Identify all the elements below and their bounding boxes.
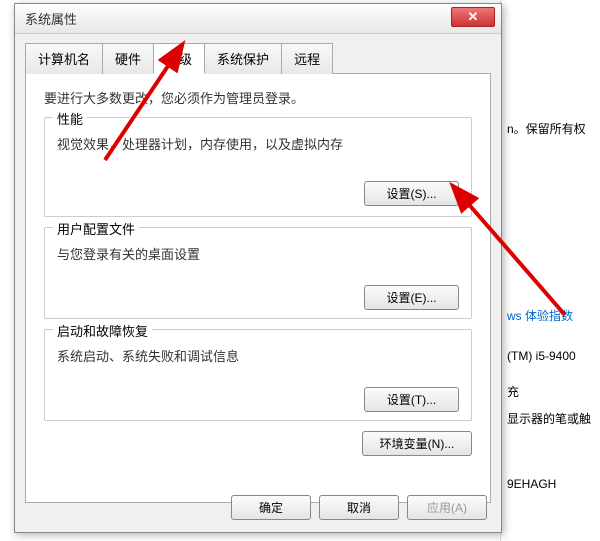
user-profiles-desc: 与您登录有关的桌面设置: [57, 244, 459, 263]
close-button[interactable]: ✕: [451, 7, 495, 27]
startup-desc: 系统启动、系统失败和调试信息: [57, 346, 459, 365]
startup-recovery-group: 启动和故障恢复 系统启动、系统失败和调试信息 设置(T)...: [44, 329, 472, 421]
environment-variables-button[interactable]: 环境变量(N)...: [362, 431, 472, 456]
performance-title: 性能: [53, 109, 87, 128]
env-vars-row: 环境变量(N)...: [44, 431, 472, 456]
dialog-footer: 确定 取消 应用(A): [231, 495, 487, 520]
startup-settings-button[interactable]: 设置(T)...: [364, 387, 459, 412]
advanced-tab-content: 要进行大多数更改，您必须作为管理员登录。 性能 视觉效果，处理器计划，内存使用，…: [25, 73, 491, 503]
apply-button[interactable]: 应用(A): [407, 495, 487, 520]
admin-notice: 要进行大多数更改，您必须作为管理员登录。: [44, 88, 472, 107]
tab-strip: 计算机名 硬件 高级 系统保护 远程: [25, 42, 501, 73]
titlebar: 系统属性 ✕: [15, 4, 501, 34]
background-window: n。保留所有权 ws 体验指数 (TM) i5-9400 充 显示器的笔或触 9…: [500, 0, 600, 541]
cancel-button[interactable]: 取消: [319, 495, 399, 520]
close-icon: ✕: [468, 9, 479, 25]
bg-text4: 显示器的笔或触: [507, 410, 600, 427]
user-profiles-title: 用户配置文件: [53, 219, 139, 238]
bg-cpu: (TM) i5-9400: [507, 349, 600, 363]
performance-desc: 视觉效果，处理器计划，内存使用，以及虚拟内存: [57, 134, 459, 153]
tab-advanced[interactable]: 高级: [153, 43, 205, 74]
bg-text5: 9EHAGH: [507, 477, 600, 491]
ok-button[interactable]: 确定: [231, 495, 311, 520]
performance-group: 性能 视觉效果，处理器计划，内存使用，以及虚拟内存 设置(S)...: [44, 117, 472, 217]
bg-text: n。保留所有权: [507, 120, 600, 137]
bg-text3: 充: [507, 383, 600, 400]
startup-title: 启动和故障恢复: [53, 321, 152, 340]
system-properties-dialog: 系统属性 ✕ 计算机名 硬件 高级 系统保护 远程 要进行大多数更改，您必须作为…: [14, 3, 502, 533]
dialog-title: 系统属性: [25, 9, 77, 28]
bg-link-wei[interactable]: ws 体验指数: [507, 307, 600, 324]
tab-hardware[interactable]: 硬件: [102, 43, 154, 74]
user-profiles-group: 用户配置文件 与您登录有关的桌面设置 设置(E)...: [44, 227, 472, 319]
performance-settings-button[interactable]: 设置(S)...: [364, 181, 459, 206]
user-profiles-settings-button[interactable]: 设置(E)...: [364, 285, 459, 310]
tab-computer-name[interactable]: 计算机名: [25, 43, 103, 74]
tab-system-protection[interactable]: 系统保护: [204, 43, 282, 74]
tab-remote[interactable]: 远程: [281, 43, 333, 74]
